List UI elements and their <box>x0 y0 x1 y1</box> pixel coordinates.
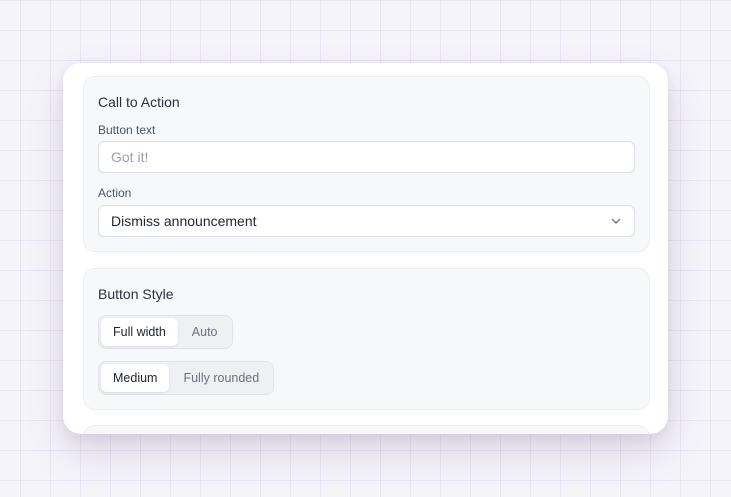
action-select[interactable]: Dismiss announcement <box>98 205 635 237</box>
action-label: Action <box>98 186 132 200</box>
button-width-toggle: Full width Auto <box>98 315 233 349</box>
button-style-section: Button Style Full width Auto Medium Full… <box>83 268 650 410</box>
width-option-full-width[interactable]: Full width <box>101 318 178 346</box>
button-text-label: Button text <box>98 123 156 137</box>
width-option-auto[interactable]: Auto <box>180 318 230 346</box>
button-shape-toggle: Medium Fully rounded <box>98 361 275 395</box>
next-section <box>83 425 650 434</box>
section-title-call-to-action: Call to Action <box>98 94 180 110</box>
shape-option-medium[interactable]: Medium <box>101 364 170 392</box>
section-title-button-style: Button Style <box>98 286 174 302</box>
shape-option-fully-rounded[interactable]: Fully rounded <box>171 364 271 392</box>
button-text-input[interactable] <box>98 141 635 173</box>
action-select-value: Dismiss announcement <box>111 213 257 229</box>
settings-card: Call to Action Button text Action Dismis… <box>63 63 668 434</box>
call-to-action-section: Call to Action Button text Action Dismis… <box>83 76 650 252</box>
chevron-down-icon <box>610 215 622 227</box>
